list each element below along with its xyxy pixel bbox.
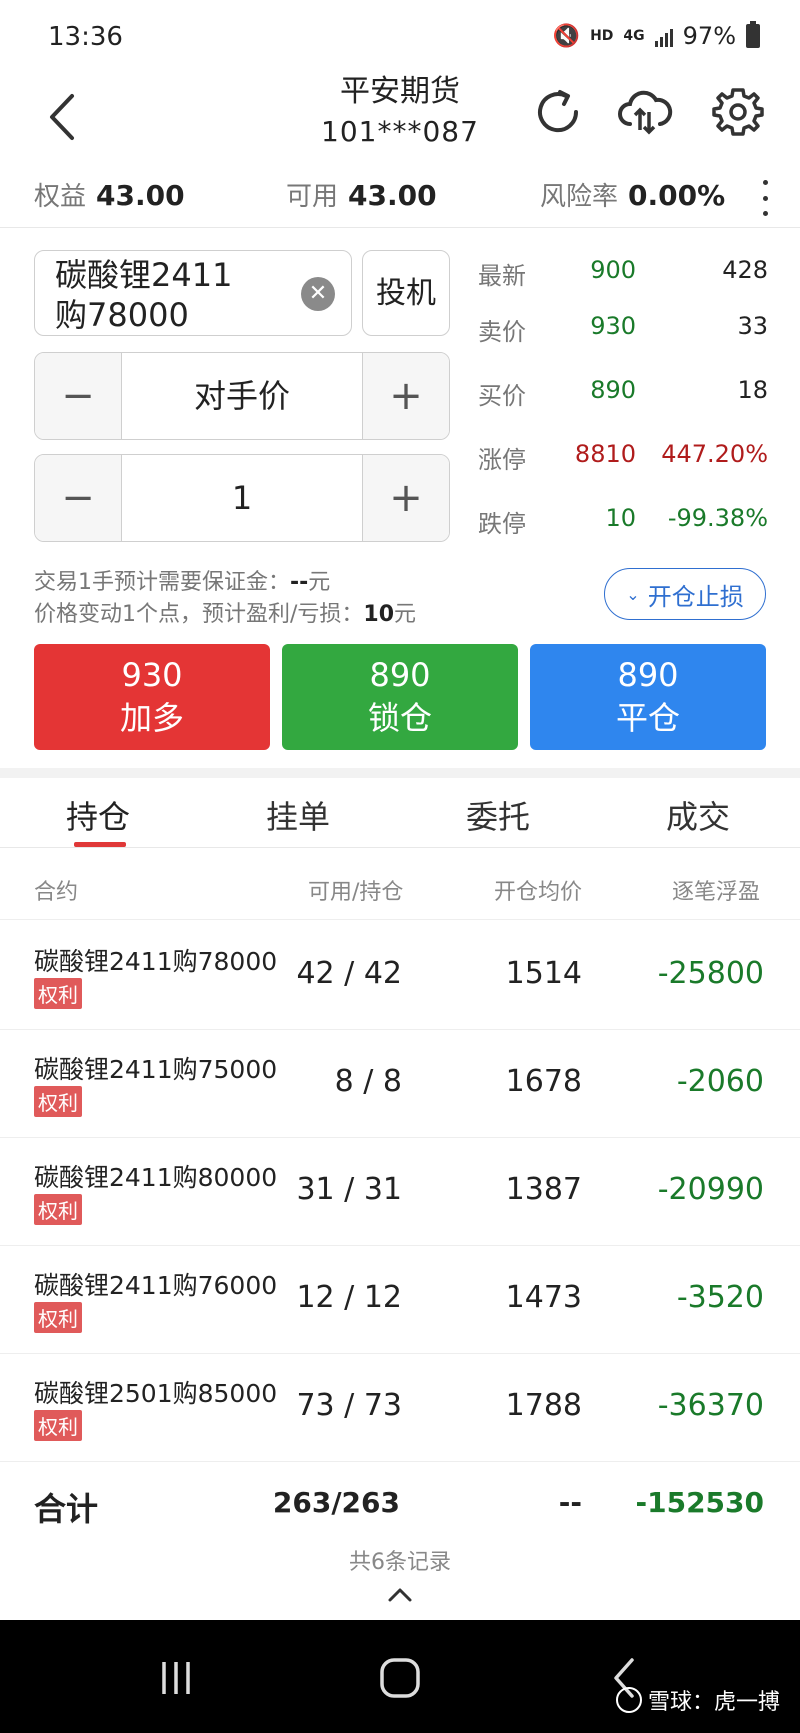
total-label: 合计	[34, 1490, 99, 1528]
cloud-sync-icon[interactable]	[614, 82, 674, 142]
add-long-button[interactable]: 930 加多	[34, 644, 270, 750]
price-minus-button[interactable]: −	[35, 353, 121, 439]
available: 可用 43.00	[286, 176, 437, 213]
equity: 权益 43.00	[34, 176, 185, 213]
status-time: 13:36	[48, 22, 123, 52]
contract-input[interactable]: 碳酸锂2411 购78000 ✕	[34, 250, 352, 336]
snowball-logo-icon	[615, 1687, 642, 1713]
tab-orders[interactable]: 委托	[466, 792, 530, 838]
watermark: 雪球：虎一搏	[615, 1684, 780, 1716]
risk-label: 风险率	[540, 182, 619, 212]
more-vert-icon[interactable]	[760, 180, 770, 216]
quantity-minus-button[interactable]: −	[35, 455, 121, 541]
quantity-stepper: − 1 +	[34, 454, 450, 542]
table-row[interactable]: 碳酸锂2411购76000 权利 12 / 12 1473 -3520	[0, 1246, 800, 1354]
recent-apps-icon[interactable]	[146, 1656, 206, 1700]
clear-icon[interactable]: ✕	[301, 277, 335, 311]
available-label: 可用	[286, 182, 339, 212]
tab-positions[interactable]: 持仓	[66, 792, 130, 838]
quantity-value[interactable]: 1	[121, 455, 363, 541]
quote-row: 跌停 10 -99.38%	[478, 504, 768, 538]
section-divider	[0, 768, 800, 778]
available-value: 43.00	[348, 179, 437, 212]
quote-row: 涨停 8810 447.20%	[478, 440, 768, 474]
open-stop-loss-button[interactable]: ⌄ 开仓止损	[604, 568, 766, 620]
quote-row: 卖价 930 33	[478, 312, 768, 346]
record-count: 共6条记录	[349, 1550, 451, 1575]
home-icon[interactable]	[370, 1656, 430, 1700]
mute-icon: 🔇	[552, 23, 581, 49]
account-summary: 权益 43.00 可用 43.00 风险率 0.00%	[0, 166, 800, 228]
price-mode[interactable]: 对手价	[121, 353, 363, 439]
battery-icon	[746, 21, 760, 48]
table-row[interactable]: 碳酸锂2411购80000 权利 31 / 31 1387 -20990	[0, 1138, 800, 1246]
equity-label: 权益	[34, 182, 87, 212]
back-arrow-icon[interactable]	[40, 82, 90, 152]
refresh-icon[interactable]	[528, 82, 588, 142]
network-indicator: 4G	[623, 28, 645, 44]
position-tabs: 持仓 挂单 委托 成交	[0, 778, 800, 848]
title-block: 平安期货 101***087	[300, 72, 500, 152]
table-row[interactable]: 碳酸锂2501购85000 权利 73 / 73 1788 -36370	[0, 1354, 800, 1462]
page-title: 平安期货	[340, 74, 460, 109]
table-header: 合约 可用/持仓 开仓均价 逐笔浮盈	[0, 850, 800, 920]
total-pl: -152530	[635, 1486, 764, 1519]
active-tab-indicator	[74, 842, 126, 847]
risk-value: 0.00%	[628, 179, 726, 212]
system-nav-bar: 雪球：虎一搏	[0, 1620, 800, 1733]
hd-indicator: HD	[590, 28, 614, 44]
speculation-button[interactable]: 投机	[362, 250, 450, 336]
chevron-up-icon[interactable]	[386, 1584, 414, 1604]
tab-pending[interactable]: 挂单	[266, 792, 330, 838]
equity-value: 43.00	[96, 179, 185, 212]
total-qty: 263/263	[272, 1486, 400, 1519]
quantity-plus-button[interactable]: +	[363, 455, 449, 541]
status-icons: 🔇 HD 4G 97%	[552, 21, 760, 50]
tab-trades[interactable]: 成交	[666, 792, 730, 838]
quote-row: 买价 890 18	[478, 376, 768, 410]
lock-position-button[interactable]: 890 锁仓	[282, 644, 518, 750]
app-header: 平安期货 101***087	[0, 72, 800, 162]
risk-rate: 风险率 0.00%	[540, 176, 725, 213]
close-position-button[interactable]: 890 平仓	[530, 644, 766, 750]
status-bar: 13:36 🔇 HD 4G 97%	[0, 0, 800, 72]
chevron-down-icon: ⌄	[626, 584, 640, 604]
total-row: 合计 263/263 -- -152530	[0, 1460, 800, 1540]
total-avg: --	[558, 1486, 582, 1519]
price-stepper: − 对手价 +	[34, 352, 450, 440]
tick-info: 价格变动1个点，预计盈利/亏损：10元	[34, 602, 417, 627]
price-plus-button[interactable]: +	[363, 353, 449, 439]
margin-info: 交易1手预计需要保证金：--元	[34, 570, 331, 595]
signal-icon	[654, 25, 673, 47]
battery-percent: 97%	[682, 22, 736, 50]
table-row[interactable]: 碳酸锂2411购75000 权利 8 / 8 1678 -2060	[0, 1030, 800, 1138]
table-row[interactable]: 碳酸锂2411购78000 权利 42 / 42 1514 -25800	[0, 922, 800, 1030]
quote-row: 最新 900 428	[478, 256, 768, 290]
contract-code: 碳酸锂2411 购78000	[55, 256, 233, 334]
gear-icon[interactable]	[708, 82, 768, 142]
account-number: 101***087	[321, 115, 479, 148]
